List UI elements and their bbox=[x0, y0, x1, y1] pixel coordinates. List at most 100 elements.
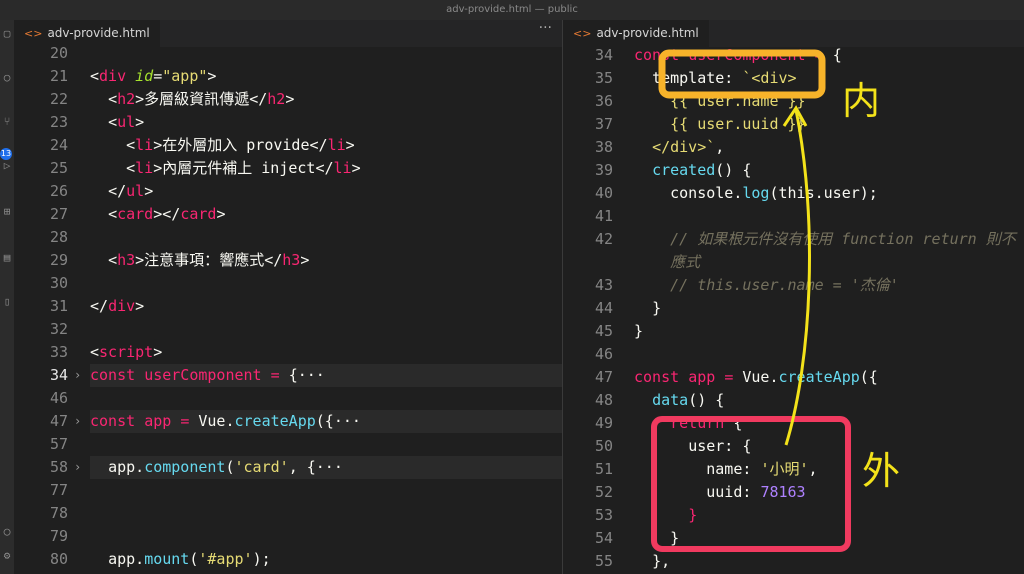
code-line[interactable]: 33 <script> bbox=[14, 341, 562, 364]
code-line[interactable]: 51 name: '小明', bbox=[563, 458, 1024, 481]
code-text: <h3>注意事項：響應式</h3> bbox=[108, 251, 310, 269]
line-number: 37 bbox=[594, 115, 613, 133]
code-line[interactable]: 29 <h3>注意事項：響應式</h3> bbox=[14, 249, 562, 272]
code-text: {{ user.name }} bbox=[670, 92, 806, 110]
code-line[interactable]: 23 <ul> bbox=[14, 111, 562, 134]
line-number: 46 bbox=[49, 389, 68, 407]
code-line[interactable]: 34 › const userComponent = {··· bbox=[14, 364, 562, 387]
fold-chevron-icon[interactable]: › bbox=[74, 364, 81, 387]
code-line[interactable]: 80 app.mount('#app'); bbox=[14, 548, 562, 571]
code-line[interactable]: 32 bbox=[14, 318, 562, 341]
code-line[interactable]: 42 // 如果根元件沒有使用 function return 則不 bbox=[563, 228, 1024, 251]
code-line[interactable]: 22 <h2>多層級資訊傳遞</h2> bbox=[14, 88, 562, 111]
line-number: 48 bbox=[594, 391, 613, 409]
code-line[interactable]: 20 bbox=[14, 42, 562, 65]
line-number: 38 bbox=[594, 138, 613, 156]
line-number: 28 bbox=[49, 228, 68, 246]
line-number: 80 bbox=[49, 550, 68, 568]
code-line[interactable]: 47 const app = Vue.createApp({ bbox=[563, 366, 1024, 389]
left-tab-label: adv-provide.html bbox=[47, 26, 150, 40]
code-line[interactable]: 35 template: `<div> bbox=[563, 67, 1024, 90]
code-text: const app = Vue.createApp({ bbox=[634, 368, 878, 386]
line-number: 45 bbox=[594, 322, 613, 340]
code-line[interactable]: 39 created() { bbox=[563, 159, 1024, 182]
code-line[interactable]: 55 }, bbox=[563, 550, 1024, 573]
code-line[interactable]: 54 } bbox=[563, 527, 1024, 550]
line-number: 77 bbox=[49, 481, 68, 499]
code-text: // 如果根元件沒有使用 function return 則不 bbox=[670, 230, 1016, 248]
code-text: created() { bbox=[652, 161, 752, 179]
line-number: 35 bbox=[594, 69, 613, 87]
book-icon[interactable]: ▯ bbox=[1, 296, 13, 308]
code-text: </div>`, bbox=[652, 138, 725, 156]
line-number: 27 bbox=[49, 205, 68, 223]
code-line[interactable]: 21 <div id="app"> bbox=[14, 65, 562, 88]
code-line[interactable]: 44 } bbox=[563, 297, 1024, 320]
run-icon[interactable]: ▷ bbox=[1, 160, 13, 172]
code-text: app.component('card', {··· bbox=[108, 458, 343, 476]
inner-label: 内 bbox=[842, 79, 881, 123]
line-number: 78 bbox=[49, 504, 68, 522]
source-control-icon[interactable]: ⑂ bbox=[1, 116, 13, 128]
line-number: 43 bbox=[594, 276, 613, 294]
code-line[interactable]: 43 // this.user.name = '杰倫' bbox=[563, 274, 1024, 297]
account-icon[interactable]: ◯ bbox=[1, 526, 13, 538]
code-text: console.log(this.user); bbox=[670, 184, 878, 202]
code-line[interactable]: 50 user: { bbox=[563, 435, 1024, 458]
code-line[interactable]: 79 bbox=[14, 525, 562, 548]
code-line[interactable]: 57 bbox=[14, 433, 562, 456]
right-editor[interactable]: <> adv-provide.html 34 const userComponent… bbox=[563, 20, 1024, 574]
code-text: <h2>多層級資訊傳遞</h2> bbox=[108, 90, 295, 108]
files-icon[interactable]: ▢ bbox=[1, 28, 13, 40]
code-line[interactable]: 41 bbox=[563, 205, 1024, 228]
left-editor[interactable]: <> adv-provide.html ··· 20 21 <div id="app"… bbox=[14, 20, 562, 574]
code-line[interactable]: 30 bbox=[14, 272, 562, 295]
line-number: 51 bbox=[594, 460, 613, 478]
code-text: } bbox=[634, 322, 644, 340]
right-tab[interactable]: <> adv-provide.html bbox=[563, 20, 709, 47]
line-number: 21 bbox=[49, 67, 68, 85]
line-number: 79 bbox=[49, 527, 68, 545]
line-number: 47 bbox=[49, 412, 68, 430]
code-line[interactable]: 26 </ul> bbox=[14, 180, 562, 203]
code-line[interactable]: 40 console.log(this.user); bbox=[563, 182, 1024, 205]
code-line[interactable]: 27 <card></card> bbox=[14, 203, 562, 226]
code-text: </div> bbox=[90, 297, 145, 315]
activity-bar: ▢ ○ ⑂ 13 ▷ ⊞ ▤ ▯ ◯ ⚙ bbox=[0, 20, 14, 574]
line-number: 39 bbox=[594, 161, 613, 179]
code-line[interactable]: 24 <li>在外層加入 provide</li> bbox=[14, 134, 562, 157]
line-number: 34 bbox=[594, 46, 613, 64]
extensions-icon[interactable]: ⊞ bbox=[1, 206, 13, 218]
search-icon[interactable]: ○ bbox=[1, 72, 13, 84]
code-text: name: '小明', bbox=[706, 460, 818, 478]
fold-chevron-icon[interactable]: › bbox=[74, 456, 81, 479]
code-line[interactable]: 58 › app.component('card', {··· bbox=[14, 456, 562, 479]
code-line[interactable]: 48 data() { bbox=[563, 389, 1024, 412]
line-number: 57 bbox=[49, 435, 68, 453]
code-line[interactable]: 34 const userComponent = { bbox=[563, 44, 1024, 67]
code-line[interactable]: 45} bbox=[563, 320, 1024, 343]
code-line[interactable]: 38 </div>`, bbox=[563, 136, 1024, 159]
line-number: 33 bbox=[49, 343, 68, 361]
code-line[interactable]: 47 › const app = Vue.createApp({··· bbox=[14, 410, 562, 433]
code-line[interactable]: 53 } bbox=[563, 504, 1024, 527]
code-line[interactable]: 78 bbox=[14, 502, 562, 525]
code-line[interactable]: 31 </div> bbox=[14, 295, 562, 318]
code-line[interactable]: 28 bbox=[14, 226, 562, 249]
code-text: const userComponent = { bbox=[634, 46, 842, 64]
code-line[interactable]: 36 {{ user.name }} bbox=[563, 90, 1024, 113]
code-line[interactable]: 25 <li>內層元件補上 inject</li> bbox=[14, 157, 562, 180]
code-line[interactable]: 應式 bbox=[563, 251, 1024, 274]
code-line[interactable]: 77 bbox=[14, 479, 562, 502]
code-text: }, bbox=[652, 552, 671, 570]
code-text: 應式 bbox=[670, 253, 701, 271]
line-number: 41 bbox=[594, 207, 613, 225]
code-line[interactable]: 49 return { bbox=[563, 412, 1024, 435]
remote-icon[interactable]: ▤ bbox=[1, 252, 13, 264]
settings-icon[interactable]: ⚙ bbox=[1, 550, 13, 562]
code-line[interactable]: 37 {{ user.uuid }} bbox=[563, 113, 1024, 136]
fold-chevron-icon[interactable]: › bbox=[74, 410, 81, 433]
code-line[interactable]: 46 bbox=[563, 343, 1024, 366]
code-line[interactable]: 46 bbox=[14, 387, 562, 410]
code-line[interactable]: 52 uuid: 78163 bbox=[563, 481, 1024, 504]
